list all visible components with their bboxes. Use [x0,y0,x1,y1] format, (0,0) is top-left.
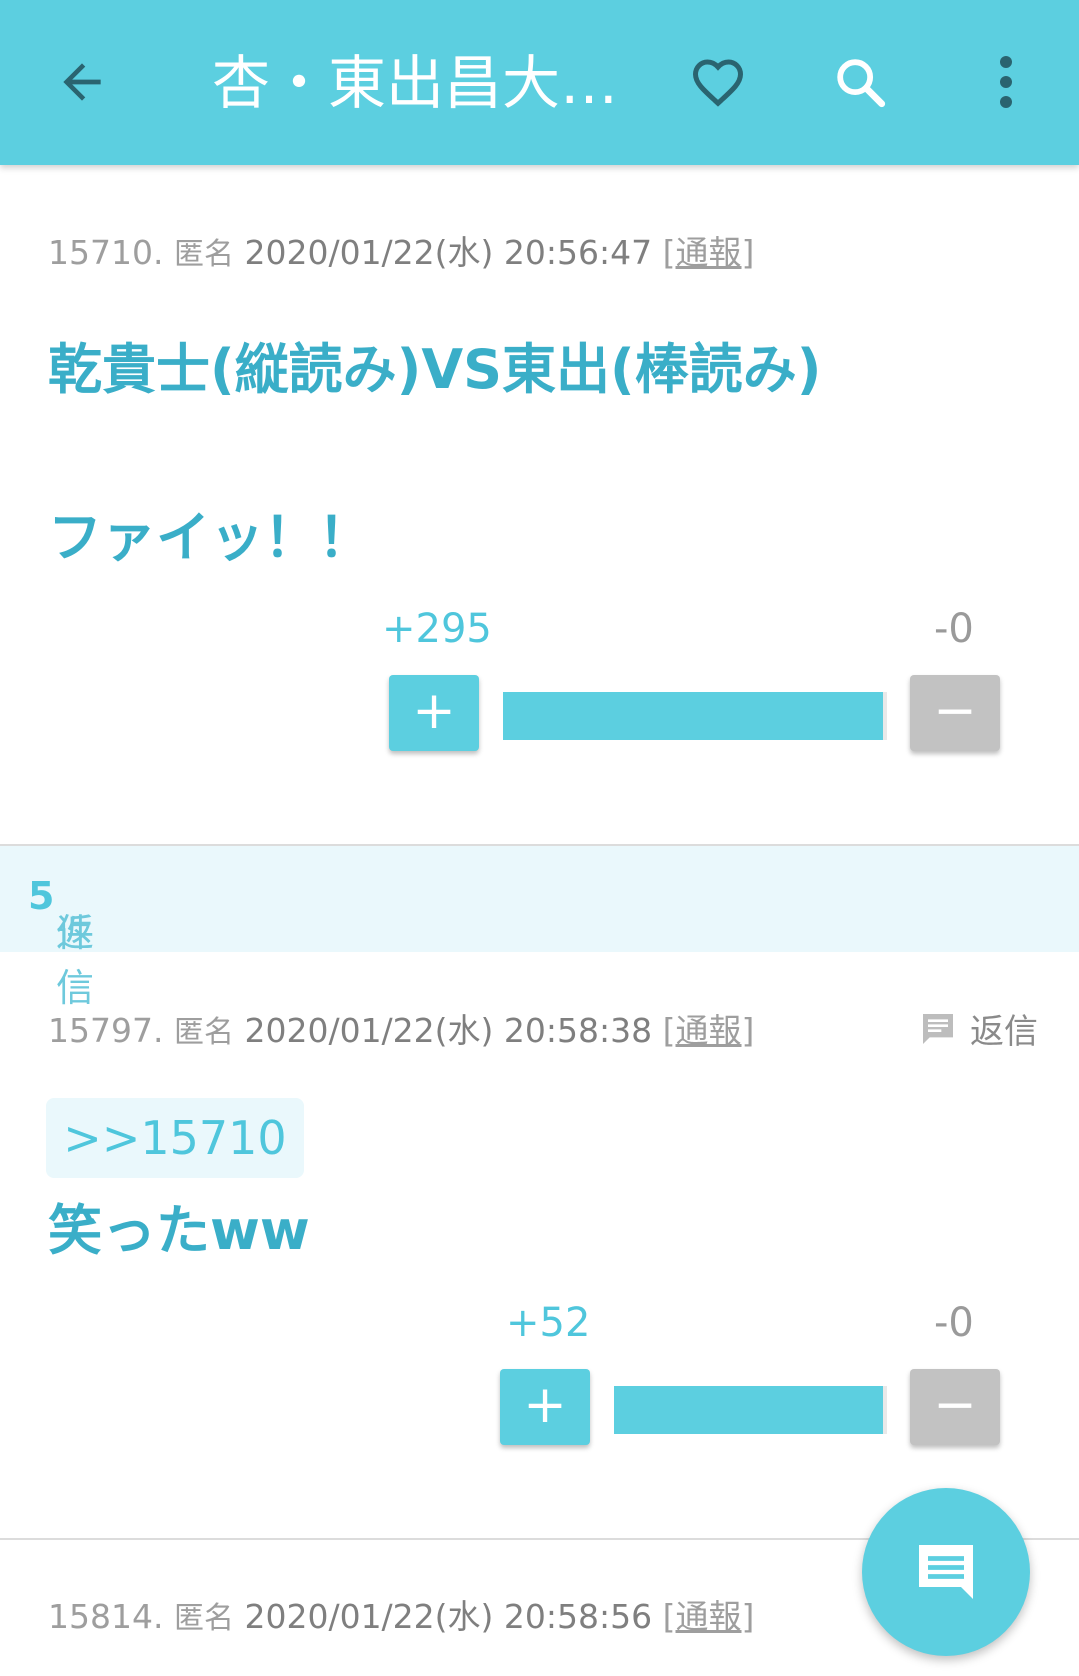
comment-icon [919,1545,973,1599]
post-body-line: ファイッ！！ [48,506,372,569]
vote-ratio-bar [614,1386,887,1434]
plus-vote-button[interactable]: + [500,1369,590,1445]
post-meta: 15814. 匿名 2020/01/22(水) 20:58:56 [通報] [48,1590,754,1638]
report-label[interactable]: 通報 [676,233,742,272]
back-arrow-icon[interactable] [50,50,114,114]
plus-vote-button[interactable]: + [389,675,479,751]
anchor-link[interactable]: >>15710 [46,1098,304,1178]
replies-count-label: 返信 5 件 [28,874,94,1010]
minus-vote-button[interactable]: − [910,675,1000,751]
reply-label: 返信 [970,1012,1038,1052]
reply-comment-icon [923,1013,953,1044]
post-author: 匿名 [173,237,234,272]
vote-ratio-fill [503,692,883,740]
post-datetime: 2020/01/22(水) 20:56:47 [244,233,653,272]
more-vert-icon[interactable] [974,50,1038,114]
bracket-close: ] [741,233,755,272]
post-body-line: 笑ったww [48,1199,310,1262]
heart-icon[interactable] [686,50,750,114]
comment-fab[interactable] [862,1488,1030,1656]
report-link[interactable]: [通報] [663,1011,755,1050]
post-number: 15814. [48,1597,164,1636]
bracket-open: [ [662,1011,676,1050]
post-body-line: 乾貴士(縦読み)VS東出(棒読み) [48,338,822,401]
post-number: 15710. [48,233,164,272]
search-icon[interactable] [828,50,892,114]
plus-count: +295 [382,606,492,652]
post-meta: 15797. 匿名 2020/01/22(水) 20:58:38 [通報] [48,1004,754,1052]
bracket-close: ] [741,1597,755,1636]
bracket-open: [ [662,1597,676,1636]
minus-count: -0 [934,606,974,652]
post-number: 15797. [48,1011,164,1050]
post-datetime: 2020/01/22(水) 20:58:38 [244,1011,653,1050]
replies-count: 5 [28,874,55,918]
minus-count: -0 [934,1300,974,1346]
report-label[interactable]: 通報 [676,1011,742,1050]
report-label[interactable]: 通報 [676,1597,742,1636]
minus-vote-button[interactable]: − [910,1369,1000,1445]
report-link[interactable]: [通報] [663,1597,755,1636]
replies-header[interactable]: 返信 5 件 [0,846,1079,1010]
post-author: 匿名 [173,1015,234,1050]
page-title: 杏・東出昌大… [212,49,619,117]
bracket-close: ] [741,1011,755,1050]
post-datetime: 2020/01/22(水) 20:58:56 [244,1597,653,1636]
vote-ratio-fill [614,1386,883,1434]
post-author: 匿名 [173,1601,234,1636]
post-meta: 15710. 匿名 2020/01/22(水) 20:56:47 [通報] [48,226,754,274]
vote-ratio-bar [503,692,887,740]
app-bar: 杏・東出昌大… [0,0,1079,165]
plus-count: +52 [506,1300,591,1346]
bracket-open: [ [662,233,676,272]
report-link[interactable]: [通報] [663,233,755,272]
replies-suffix: 件 [56,911,95,955]
reply-button[interactable]: 返信 [918,1004,1038,1053]
